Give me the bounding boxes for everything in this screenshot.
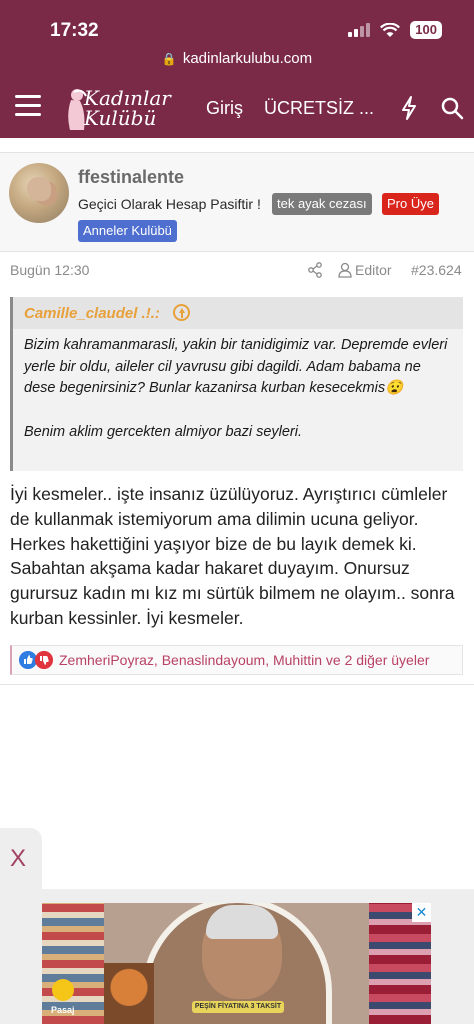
status-time: 17:32: [50, 20, 99, 41]
ad-banner[interactable]: Pasaj PEŞİN FİYATINA 3 TAKSİT: [42, 903, 431, 1024]
pro-member-badge: Pro Üye: [382, 193, 439, 215]
avatar[interactable]: [9, 163, 69, 223]
ad-brand: Pasaj: [51, 1005, 75, 1015]
url-bar[interactable]: 🔒 kadinlarkulubu.com: [0, 50, 474, 67]
status-icons: 100: [348, 21, 442, 39]
quote-author[interactable]: Camille_claudel .!.:: [24, 305, 160, 322]
site-navbar: Kadınlar Kulübü Giriş ÜCRETSİZ ...: [0, 82, 474, 134]
url-text: kadinlarkulubu.com: [182, 50, 313, 67]
menu-icon[interactable]: [15, 95, 41, 117]
quote-text: Bizim kahramanmarasli, yakin bir tanidig…: [24, 335, 454, 443]
username[interactable]: ffestinalente: [78, 167, 184, 188]
reaction-users[interactable]: ZemheriPoyraz, Benaslindayoum, Muhittin …: [59, 652, 429, 668]
search-icon[interactable]: [440, 96, 464, 120]
post-number[interactable]: #23.624: [411, 262, 462, 278]
logo-text: Kadınlar Kulübü: [84, 86, 171, 130]
lightning-icon[interactable]: [398, 95, 420, 121]
jump-to-quote-icon[interactable]: [173, 304, 190, 321]
login-link[interactable]: Giriş: [206, 98, 243, 119]
quote-paragraph-2: Benim aklim gercekten almiyor bazi seyle…: [24, 423, 303, 440]
wifi-icon: [380, 22, 401, 37]
ad-banner-text: PEŞİN FİYATINA 3 TAKSİT: [192, 1001, 284, 1013]
post-body: İyi kesmeler.. işte insanız üzülüyoruz. …: [10, 484, 455, 628]
reactions-bar[interactable]: ZemheriPoyraz, Benaslindayoum, Muhittin …: [10, 645, 463, 675]
lock-icon: 🔒: [161, 52, 177, 66]
battery-indicator: 100: [410, 21, 442, 39]
post-author-header: ffestinalente Geçici Olarak Hesap Pasift…: [0, 152, 474, 252]
ad-copper-pots: [104, 963, 154, 1024]
user-icon: [338, 262, 352, 278]
ad-person-hair: [206, 905, 278, 939]
register-link[interactable]: ÜCRETSİZ ...: [264, 98, 374, 119]
editor-label[interactable]: Editor: [355, 262, 392, 278]
quote-block: Camille_claudel .!.: Bizim kahramanmaras…: [10, 297, 463, 471]
divider: [0, 684, 474, 685]
post-meta: Bugün 12:30 Editor #23.624: [0, 262, 474, 282]
pasaj-logo-icon: [52, 979, 74, 1001]
dislike-reaction-icon: [35, 651, 53, 669]
ad-close-tab[interactable]: X: [0, 828, 42, 890]
post-date[interactable]: Bugün 12:30: [10, 262, 89, 278]
signal-icon: [348, 23, 371, 37]
penalty-badge: tek ayak cezası: [272, 193, 372, 215]
user-title: Geçici Olarak Hesap Pasiftir !: [78, 196, 261, 212]
quote-paragraph-1: Bizim kahramanmarasli, yakin bir tanidig…: [24, 337, 448, 396]
share-icon[interactable]: [307, 262, 323, 278]
top-bar: 17:32 100 🔒 kadinlarkulubu.com Kadınlar K…: [0, 0, 474, 138]
mothers-club-badge: Anneler Kulübü: [78, 220, 177, 242]
quote-header: Camille_claudel .!.:: [13, 297, 463, 329]
site-logo[interactable]: Kadınlar Kulübü: [60, 84, 185, 132]
close-icon[interactable]: X: [10, 845, 26, 873]
ad-choices-close-icon[interactable]: ✕: [412, 903, 431, 922]
